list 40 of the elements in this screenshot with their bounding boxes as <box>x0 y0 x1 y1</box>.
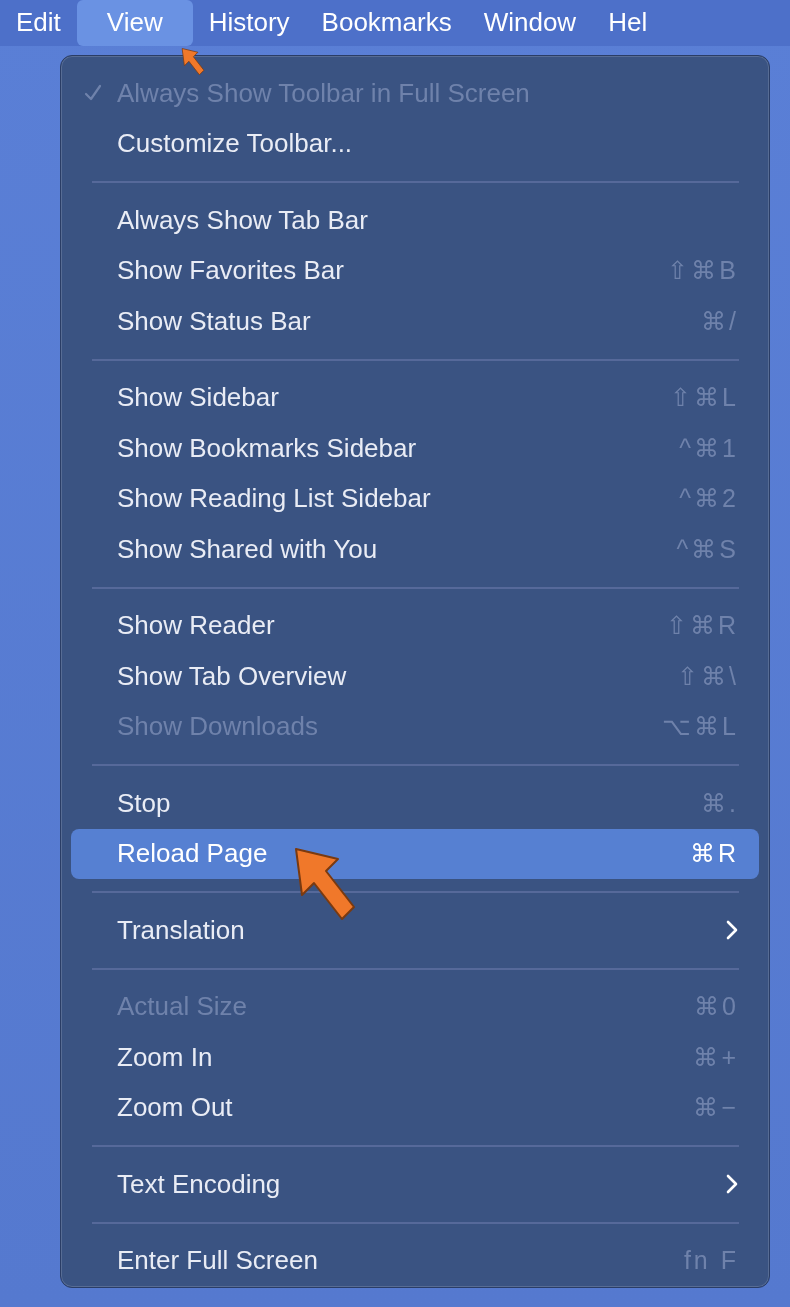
keyboard-shortcut: ⇧⌘\ <box>677 661 739 691</box>
menu-bar-item[interactable]: Edit <box>0 0 77 46</box>
menu-item-label: Enter Full Screen <box>117 1245 319 1277</box>
keyboard-shortcut: ⌘+ <box>693 1042 739 1072</box>
menu-item[interactable]: Show Status Bar ⌘/ <box>71 296 759 347</box>
menu-bar-item[interactable]: Hel <box>592 0 664 46</box>
menu-item-label: Always Show Tab Bar <box>117 204 369 236</box>
keyboard-shortcut: ⌘. <box>701 788 739 818</box>
menu-item-label: Reload Page <box>117 838 269 870</box>
menu-bar-item[interactable]: Bookmarks <box>305 0 468 46</box>
keyboard-shortcut: ⌘/ <box>701 306 739 336</box>
menu-item[interactable]: Zoom In ⌘+ <box>71 1032 759 1083</box>
menu-item-label: Zoom Out <box>117 1092 234 1124</box>
menu-item-label: Customize Toolbar... <box>117 128 354 160</box>
menu-item[interactable]: Show Tab Overview ⇧⌘\ <box>71 651 759 702</box>
menu-item-label: Show Tab Overview <box>117 660 348 692</box>
menu-item-label: Show Shared with You <box>117 533 379 565</box>
chevron-right-icon <box>725 1173 739 1196</box>
menu-item[interactable]: Zoom Out ⌘− <box>71 1082 759 1133</box>
menu-item-label: Show Status Bar <box>117 305 312 337</box>
menu-item-label: Show Sidebar <box>117 382 280 414</box>
menu-item[interactable]: Customize Toolbar... <box>71 118 759 169</box>
menu-item[interactable]: Stop ⌘. <box>71 778 759 829</box>
keyboard-shortcut: ⌘− <box>693 1093 739 1123</box>
menu-item-label: Show Reading List Sidebar <box>117 483 432 515</box>
menu-item[interactable]: Always Show Tab Bar <box>71 195 759 246</box>
menu-item-label: Show Bookmarks Sidebar <box>117 432 418 464</box>
menu-item-label: Translation <box>117 914 246 946</box>
keyboard-shortcut: ⌘R <box>689 839 739 869</box>
menu-bar-item[interactable]: History <box>192 0 306 46</box>
menu-item[interactable]: Text Encoding <box>71 1159 759 1210</box>
menu-item-label: Show Reader <box>117 610 276 642</box>
menu-item-label: Show Favorites Bar <box>117 255 345 287</box>
menu-item[interactable]: Translation <box>71 905 759 956</box>
menu-item-label: Zoom In <box>117 1041 214 1073</box>
menu-bar-item[interactable]: Window <box>467 0 593 46</box>
menu-item-label: Stop <box>117 787 172 819</box>
menu-item[interactable]: Reload Page ⌘R <box>71 828 759 879</box>
chevron-right-icon <box>725 919 739 942</box>
menu-item-label: Text Encoding <box>117 1168 282 1200</box>
